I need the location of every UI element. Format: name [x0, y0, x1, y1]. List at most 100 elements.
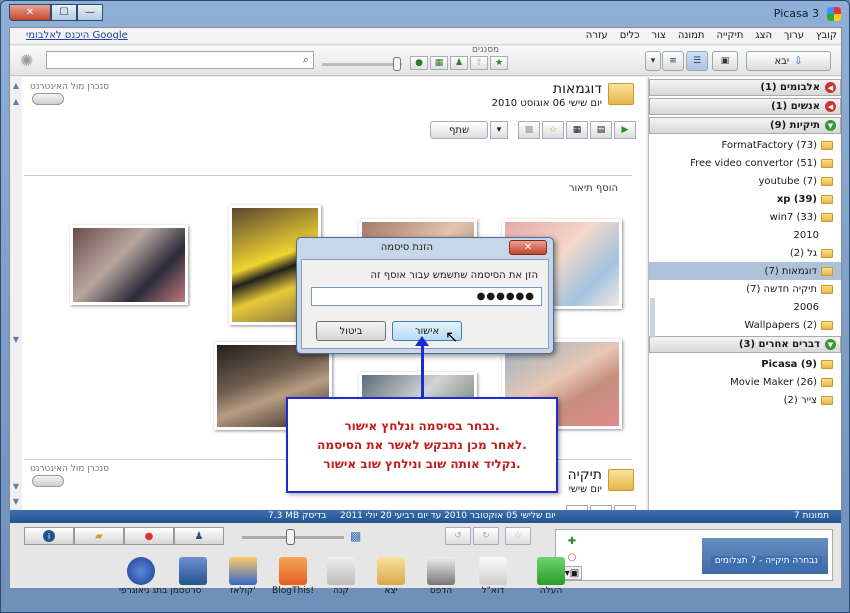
export-button[interactable]: יצא: [369, 557, 413, 596]
album-actions: ▶ ▤ ▦ ☆ ▩ ▾ שתף: [430, 121, 636, 139]
album-title[interactable]: תיקיה: [567, 467, 602, 483]
panel-splitter[interactable]: [650, 298, 655, 338]
window-close-button[interactable]: ✕: [9, 4, 51, 21]
collage-button[interactable]: קולאז': [221, 557, 265, 596]
folder-item[interactable]: youtube (7): [649, 172, 841, 190]
menu-item[interactable]: ערוך: [784, 30, 804, 41]
photo-thumbnail[interactable]: [70, 225, 188, 305]
filter-pin-icon[interactable]: ●: [410, 56, 428, 70]
properties-button[interactable]: i: [24, 527, 74, 545]
movie-button[interactable]: ▦: [566, 121, 588, 139]
folder-view-button[interactable]: ▣: [712, 51, 738, 71]
import-icon: ⇩: [794, 55, 803, 67]
google-signin-link[interactable]: היכנס לאלבומי Google: [26, 30, 128, 41]
folder-item[interactable]: גל (2): [649, 244, 841, 262]
folder-item[interactable]: Movie Maker (26): [649, 373, 841, 391]
sync-toggle[interactable]: [32, 93, 64, 105]
filter-person-icon[interactable]: ♟: [450, 56, 468, 70]
filter-slider-track: [322, 63, 402, 66]
rotate-left-button[interactable]: ↺: [445, 527, 471, 545]
hold-pin-icon[interactable]: ✚: [562, 534, 582, 548]
main-toolbar: יבא ⇩ ▣ ☰ ≡ ▾ מסננים ● ▦ ♟ ⇧ ★ ⌕ ✺: [10, 45, 841, 76]
folder-item[interactable]: win7 (33): [649, 208, 841, 226]
album-title[interactable]: דוגמאות: [553, 81, 602, 97]
album-header: דוגמאות יום שישי 06 אוגוסט 2010: [134, 81, 634, 121]
folder-item[interactable]: FormatFactory (73): [649, 136, 841, 154]
scroll-down-icon[interactable]: ▼: [11, 482, 21, 492]
people-header[interactable]: ◀ אנשים (1): [649, 98, 841, 115]
folders-header[interactable]: ▼ תיקיות (9): [649, 117, 841, 134]
import-button[interactable]: יבא ⇩: [746, 51, 831, 71]
add-description-link[interactable]: הוסף תיאור: [569, 183, 618, 194]
scroll-down-icon[interactable]: ▼: [11, 497, 21, 507]
filter-slider-knob[interactable]: [393, 57, 401, 71]
upload-label: העלה: [539, 586, 563, 596]
save-button[interactable]: ▩: [518, 121, 540, 139]
email-button[interactable]: דוא"ל: [471, 557, 515, 596]
places-button[interactable]: ●: [124, 527, 174, 545]
play-slideshow-button[interactable]: ▶: [614, 121, 636, 139]
folder-item[interactable]: xp (39): [649, 190, 841, 208]
picasa-window: ✕ ☐ — Picasa 3 קובץ ערוך הצג תיקייה תמונה צור…: [0, 0, 850, 613]
folder-item[interactable]: Wallpapers (2): [649, 316, 841, 334]
buy-button[interactable]: קנה: [319, 557, 363, 596]
expand-arrow-icon: ▼: [825, 339, 836, 350]
other-stuff-header[interactable]: ▼ דברים אחרים (3): [649, 336, 841, 353]
scroll-up-icon[interactable]: ▲: [11, 97, 21, 107]
tree-icon: ≡: [669, 56, 677, 66]
menu-item[interactable]: צור: [652, 30, 666, 41]
collage-label: קולאז': [230, 586, 256, 596]
folder-item[interactable]: דוגמאות (7): [649, 262, 841, 280]
folder-item[interactable]: Free video convertor (51): [649, 154, 841, 172]
geotag-button[interactable]: סמן בתג גיאוגרפי: [119, 557, 185, 596]
star-tray-button[interactable]: ☆: [505, 527, 531, 545]
collage-button[interactable]: ▤: [590, 121, 612, 139]
play-icon: ▶: [621, 125, 629, 135]
people-button[interactable]: ♟: [174, 527, 224, 545]
menu-item[interactable]: כלים: [620, 30, 640, 41]
zoom-slider-knob[interactable]: [286, 529, 295, 545]
tree-view-button[interactable]: ≡: [662, 51, 684, 71]
collapse-arrow-icon: ◀: [825, 101, 836, 112]
library-tree: ◀ אלבומים (1) ◀ אנשים (1) ▼ תיקיות (9) Form…: [648, 77, 841, 510]
cancel-button[interactable]: ביטול: [316, 321, 386, 341]
star-button[interactable]: ☆: [542, 121, 564, 139]
print-button[interactable]: הדפס: [419, 557, 463, 596]
buy-icon: [327, 557, 355, 585]
sort-dropdown[interactable]: ▾: [645, 51, 661, 71]
window-minimize-button[interactable]: —: [77, 4, 103, 21]
sync-toggle[interactable]: [32, 475, 64, 487]
tags-button[interactable]: ▰: [74, 527, 124, 545]
status-bar: 7 תמונות יום שלישי 05 אוקטובר 2010 עד יו…: [10, 510, 841, 523]
left-scroll-strip[interactable]: ▲ ▲ ▼ ▼ ▼: [10, 77, 22, 510]
password-input[interactable]: ●●●●●●: [311, 287, 542, 306]
rotate-right-button[interactable]: ↻: [473, 527, 499, 545]
callout-line: נקליד אותה שוב ונילחץ שוב אישור.: [323, 456, 521, 471]
filter-movie-icon[interactable]: ▦: [430, 56, 448, 70]
window-title: Picasa 3: [773, 7, 819, 20]
menu-item[interactable]: עזרה: [586, 30, 608, 41]
filter-star-icon[interactable]: ★: [490, 56, 508, 70]
menu-item[interactable]: תיקייה: [716, 30, 743, 41]
filter-upload-icon[interactable]: ⇧: [470, 56, 488, 70]
share-button[interactable]: שתף: [430, 121, 488, 139]
picasa-app-icon: [827, 7, 841, 21]
folder-item[interactable]: Picasa (9): [649, 355, 841, 373]
folder-item[interactable]: צייר (2): [649, 391, 841, 409]
albums-header[interactable]: ◀ אלבומים (1): [649, 79, 841, 96]
scroll-up-icon[interactable]: ▲: [11, 81, 21, 91]
tag-icon: ▰: [95, 530, 103, 542]
upload-button[interactable]: העלה: [529, 557, 573, 596]
window-maximize-button[interactable]: ☐: [51, 4, 77, 21]
menu-item[interactable]: תמונה: [678, 30, 705, 41]
geotag-label: סמן בתג גיאוגרפי: [119, 586, 185, 596]
folder-item[interactable]: תיקיה חדשה (7): [649, 280, 841, 298]
blogthis-button[interactable]: BlogThis!: [271, 557, 315, 596]
share-dropdown[interactable]: ▾: [490, 121, 508, 139]
list-view-button[interactable]: ☰: [686, 51, 708, 71]
menu-item[interactable]: הצג: [755, 30, 772, 41]
scroll-down-icon[interactable]: ▼: [11, 335, 21, 345]
dialog-close-button[interactable]: ✕: [509, 240, 547, 255]
menu-item[interactable]: קובץ: [816, 30, 837, 41]
search-input[interactable]: ⌕: [46, 51, 314, 69]
